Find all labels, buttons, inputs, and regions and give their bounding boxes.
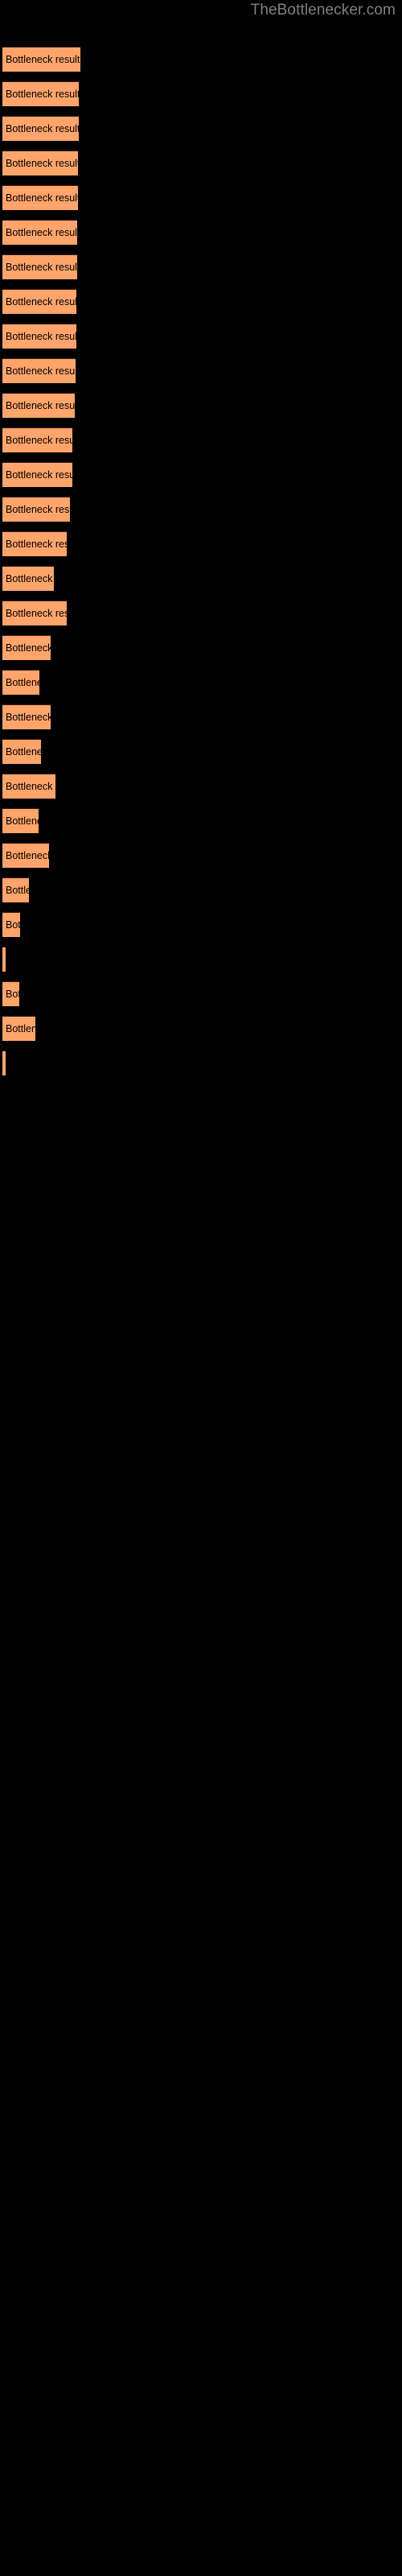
- bar-row[interactable]: Bottleneck result: [2, 912, 20, 937]
- bar-label: Bottleneck result: [6, 192, 78, 204]
- bar-label: Bottleneck result: [6, 365, 76, 377]
- bar-label: Bottleneck result: [6, 261, 77, 273]
- bar-row[interactable]: Bottleneck result: [2, 393, 75, 418]
- bar-label: Bottleneck result: [6, 572, 54, 584]
- bar-label: Bottleneck result: [6, 434, 72, 446]
- bar-label: Bottleneck result: [6, 849, 49, 861]
- bar-label: Bottleneck result: [6, 745, 41, 758]
- bar-row[interactable]: Bottleneck result: [2, 843, 49, 868]
- bar-label: Bottleneck result: [6, 1022, 35, 1034]
- bar-label: Bottleneck result: [6, 88, 79, 100]
- bar-row[interactable]: Bottleneck result: [2, 531, 67, 556]
- bar-row[interactable]: Bottleneck result: [2, 81, 79, 106]
- bar-label: Bottleneck result: [2, 947, 6, 972]
- bar-label: Bottleneck result: [6, 919, 20, 931]
- bar-label: Bottleneck result: [6, 815, 39, 827]
- bar-label: Bottleneck result: [6, 330, 76, 342]
- bar-row[interactable]: Bottleneck result: [2, 670, 39, 695]
- bar-label: Bottleneck result: [6, 157, 78, 169]
- bar-row[interactable]: Bottleneck result: [2, 1051, 6, 1075]
- bar-row[interactable]: Bottleneck result: [2, 220, 77, 245]
- bar-label: Bottleneck result: [6, 780, 55, 792]
- bar-row[interactable]: Bottleneck result: [2, 947, 6, 972]
- bar-label: Bottleneck result: [6, 122, 79, 134]
- bar-row[interactable]: Bottleneck result: [2, 289, 76, 314]
- bar-label: Bottleneck result: [6, 884, 29, 896]
- bar-label: Bottleneck result: [6, 607, 67, 619]
- bar-row[interactable]: Bottleneck result: [2, 877, 29, 902]
- bar-label: Bottleneck result: [6, 295, 76, 308]
- bar-row[interactable]: Bottleneck result: [2, 358, 76, 383]
- bar-row[interactable]: Bottleneck result: [2, 566, 54, 591]
- bar-label: Bottleneck result: [6, 711, 51, 723]
- bar-label: Bottleneck result: [6, 988, 19, 1000]
- bar-label: Bottleneck result: [6, 399, 75, 411]
- bar-row[interactable]: Bottleneck result: [2, 185, 78, 210]
- bar-row[interactable]: Bottleneck result: [2, 497, 70, 522]
- bar-row[interactable]: Bottleneck result: [2, 739, 41, 764]
- bottleneck-bar-chart: TheBottlenecker.com Bottleneck result Bot…: [0, 0, 402, 2576]
- bar-row[interactable]: Bottleneck result: [2, 774, 55, 799]
- bar-row[interactable]: Bottleneck result: [2, 1016, 35, 1041]
- bar-row[interactable]: Bottleneck result: [2, 808, 39, 833]
- bar-row[interactable]: Bottleneck result: [2, 254, 77, 279]
- bar-label: Bottleneck result: [6, 538, 67, 550]
- bar-row[interactable]: Bottleneck result: [2, 704, 51, 729]
- bar-label: Bottleneck result: [6, 642, 51, 654]
- bar-series-container: Bottleneck result Bottleneck result Bottle…: [0, 0, 402, 2576]
- bar-label: Bottleneck result: [6, 226, 77, 238]
- bar-label: Bottleneck result: [6, 53, 80, 65]
- bar-label: Bottleneck result: [2, 1051, 6, 1075]
- bar-row[interactable]: Bottleneck result: [2, 324, 76, 349]
- bar-row[interactable]: Bottleneck result: [2, 427, 72, 452]
- bar-label: Bottleneck result: [6, 676, 39, 688]
- bar-row[interactable]: Bottleneck result: [2, 151, 78, 175]
- bar-row[interactable]: Bottleneck result: [2, 462, 72, 487]
- bar-row[interactable]: Bottleneck result: [2, 601, 67, 625]
- bar-row[interactable]: Bottleneck result: [2, 635, 51, 660]
- bar-row[interactable]: Bottleneck result: [2, 116, 79, 141]
- bar-label: Bottleneck result: [6, 503, 70, 515]
- bar-row[interactable]: Bottleneck result: [2, 47, 80, 72]
- bar-label: Bottleneck result: [6, 469, 72, 481]
- bar-row[interactable]: Bottleneck result: [2, 981, 19, 1006]
